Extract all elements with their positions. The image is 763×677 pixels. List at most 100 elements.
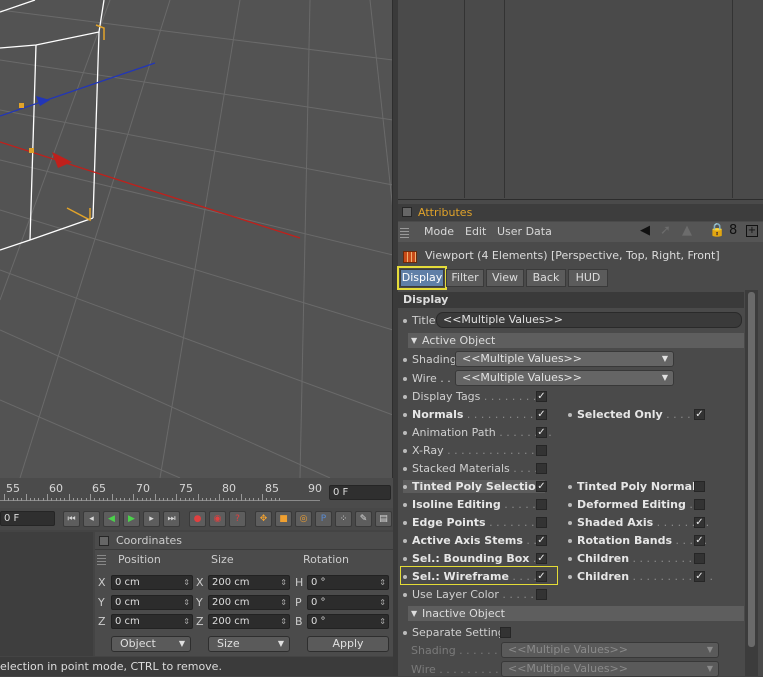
normals-checkbox[interactable]: ✓ xyxy=(536,409,547,420)
children-wireframe-checkbox[interactable]: ✓ xyxy=(694,571,705,582)
animate-dot-icon[interactable] xyxy=(403,557,407,561)
animate-dot-icon[interactable] xyxy=(403,449,407,453)
animation-path-checkbox[interactable]: ✓ xyxy=(536,427,547,438)
floor-grid xyxy=(0,0,392,478)
menu-user-data[interactable]: User Data xyxy=(497,225,552,238)
animate-dot-icon[interactable] xyxy=(403,467,407,471)
animate-dot-icon[interactable] xyxy=(568,575,572,579)
tab-filter[interactable]: Filter xyxy=(446,269,484,287)
lock-icon[interactable]: 🔒 xyxy=(709,223,725,238)
rotation-bands-checkbox[interactable]: ✓ xyxy=(694,535,705,546)
play-backward-icon[interactable]: ◀ xyxy=(103,511,120,527)
autokey-icon[interactable]: ◉ xyxy=(209,511,226,527)
animate-dot-icon[interactable] xyxy=(403,539,407,543)
inactive-object-group-header[interactable]: ▼ Inactive Object xyxy=(408,606,744,621)
menu-edit[interactable]: Edit xyxy=(465,225,486,238)
animate-dot-icon[interactable] xyxy=(403,521,407,525)
active-object-group-header[interactable]: ▼ Active Object xyxy=(408,333,744,348)
pos-z-field[interactable]: 0 cm ⇕ xyxy=(111,614,193,629)
menu-mode[interactable]: Mode xyxy=(424,225,454,238)
tab-display[interactable]: Display xyxy=(397,266,447,290)
back-arrow-icon[interactable]: ◀ xyxy=(640,223,650,238)
animate-dot-icon[interactable] xyxy=(403,413,407,417)
sel-bounding-box-checkbox[interactable]: ✓ xyxy=(536,553,547,564)
coord-mode-dropdown[interactable]: Object ▼ xyxy=(111,636,191,652)
animate-dot-icon[interactable] xyxy=(403,395,407,399)
animate-dot-icon[interactable] xyxy=(568,413,572,417)
tab-hud[interactable]: HUD xyxy=(568,269,608,287)
drag-handle-icon[interactable] xyxy=(97,553,106,565)
scale-key-icon[interactable]: ■ xyxy=(275,511,292,527)
wire-dropdown[interactable]: <<Multiple Values>> ▼ xyxy=(455,370,674,386)
animate-dot-icon[interactable] xyxy=(568,485,572,489)
animate-dot-icon[interactable] xyxy=(568,521,572,525)
animate-dot-icon[interactable] xyxy=(403,319,407,323)
shading-dropdown[interactable]: <<Multiple Values>> ▼ xyxy=(455,351,674,367)
animate-dot-icon[interactable] xyxy=(568,557,572,561)
next-key-icon[interactable]: ▸ xyxy=(143,511,160,527)
new-window-icon[interactable]: + xyxy=(746,225,758,237)
children-bbox-checkbox[interactable] xyxy=(694,553,705,564)
tinted-poly-selection-checkbox[interactable]: ✓ xyxy=(536,481,547,492)
current-frame-field[interactable]: 0 F xyxy=(0,511,55,526)
animate-dot-icon[interactable] xyxy=(403,358,407,362)
xray-checkbox[interactable] xyxy=(536,445,547,456)
active-axis-stems-checkbox[interactable]: ✓ xyxy=(536,535,547,546)
animate-dot-icon[interactable] xyxy=(403,485,407,489)
previous-key-icon[interactable]: ◂ xyxy=(83,511,100,527)
up-arrow-icon[interactable]: ➚ xyxy=(660,223,671,238)
animate-dot-icon[interactable] xyxy=(403,631,407,635)
coords-panel-toggle[interactable] xyxy=(99,536,109,546)
edge-points-checkbox[interactable] xyxy=(536,517,547,528)
play-forward-icon[interactable]: ▶ xyxy=(123,511,140,527)
size-z-field[interactable]: 200 cm ⇕ xyxy=(208,614,290,629)
record-icon[interactable]: ● xyxy=(189,511,206,527)
pos-x-field[interactable]: 0 cm ⇕ xyxy=(111,575,193,590)
rot-b-field[interactable]: 0 ° ⇕ xyxy=(307,614,389,629)
size-x-field[interactable]: 200 cm ⇕ xyxy=(208,575,290,590)
animate-dot-icon[interactable] xyxy=(403,593,407,597)
size-y-field[interactable]: 200 cm ⇕ xyxy=(208,595,290,610)
end-frame-field[interactable]: 0 F xyxy=(329,485,391,500)
animate-dot-icon[interactable] xyxy=(403,377,407,381)
go-to-start-icon[interactable]: ⏮ xyxy=(63,511,80,527)
size-mode-dropdown[interactable]: Size ▼ xyxy=(208,636,290,652)
keyframe-type-icon[interactable]: ✎ xyxy=(355,511,372,527)
scrollbar-thumb[interactable] xyxy=(748,292,755,647)
separate-settings-checkbox[interactable] xyxy=(500,627,511,638)
ruler-tick xyxy=(34,498,36,501)
forward-arrow-icon[interactable]: ▲ xyxy=(682,223,692,238)
display-tags-checkbox[interactable]: ✓ xyxy=(536,391,547,402)
pos-y-field[interactable]: 0 cm ⇕ xyxy=(111,595,193,610)
parameter-key-icon[interactable]: P xyxy=(315,511,332,527)
isoline-editing-checkbox[interactable] xyxy=(536,499,547,510)
attributes-panel-toggle[interactable] xyxy=(402,207,412,217)
stacked-materials-checkbox[interactable] xyxy=(536,463,547,474)
tinted-poly-normals-checkbox[interactable] xyxy=(694,481,705,492)
point-level-icon[interactable]: ⁘ xyxy=(335,511,352,527)
tab-back[interactable]: Back xyxy=(526,269,566,287)
3d-viewport[interactable] xyxy=(0,0,393,478)
title-input[interactable]: <<Multiple Values>> xyxy=(436,312,742,328)
rotate-key-icon[interactable]: ◎ xyxy=(295,511,312,527)
apply-button[interactable]: Apply xyxy=(307,636,389,652)
animate-dot-icon[interactable] xyxy=(403,503,407,507)
tab-view[interactable]: View xyxy=(486,269,524,287)
drag-handle-icon[interactable] xyxy=(400,226,409,238)
timeline-ruler[interactable]: 55 60 65 70 75 80 85 90 0 F xyxy=(0,478,393,508)
deformed-editing-checkbox[interactable] xyxy=(694,499,705,510)
animate-dot-icon[interactable] xyxy=(403,431,407,435)
value: 0 ° xyxy=(311,577,326,588)
rot-h-field[interactable]: 0 ° ⇕ xyxy=(307,575,389,590)
use-layer-color-checkbox[interactable] xyxy=(536,589,547,600)
animate-dot-icon[interactable] xyxy=(568,503,572,507)
schematic-icon[interactable]: ▤ xyxy=(375,511,392,527)
animate-dot-icon[interactable] xyxy=(568,539,572,543)
link-icon[interactable]: 8 xyxy=(729,223,737,238)
go-to-end-icon[interactable]: ⏭ xyxy=(163,511,180,527)
move-key-icon[interactable]: ✥ xyxy=(255,511,272,527)
rot-p-field[interactable]: 0 ° ⇕ xyxy=(307,595,389,610)
help-icon[interactable]: ? xyxy=(229,511,246,527)
selected-only-checkbox[interactable]: ✓ xyxy=(694,409,705,420)
shaded-axis-checkbox[interactable]: ✓ xyxy=(694,517,705,528)
